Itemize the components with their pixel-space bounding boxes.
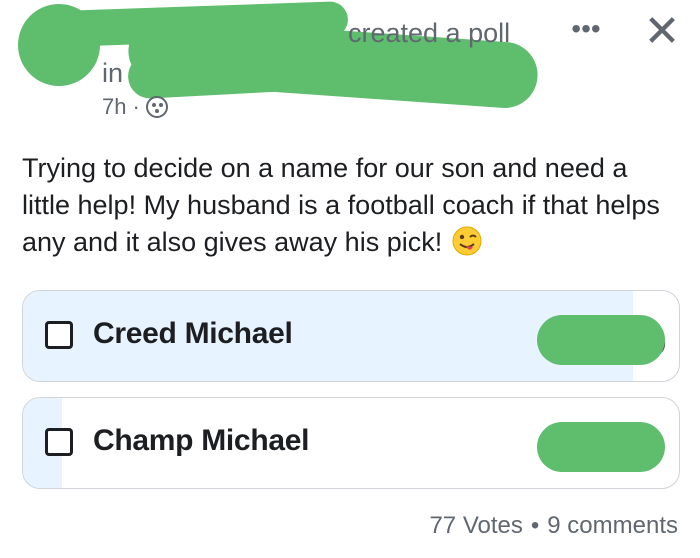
poll-checkbox[interactable] bbox=[45, 321, 73, 349]
redacted-vote-count bbox=[537, 422, 665, 472]
post-header: in created a poll 7h · ••• ✕ bbox=[0, 0, 700, 130]
post-meta: 7h · bbox=[102, 94, 168, 120]
meta-separator: · bbox=[132, 94, 140, 119]
close-icon[interactable]: ✕ bbox=[640, 10, 684, 54]
poll-option-label: Champ Michael bbox=[93, 424, 310, 457]
post-text: Trying to decide on a name for our son a… bbox=[22, 153, 660, 257]
post-footer: 77 Votes • 9 comments bbox=[429, 512, 678, 540]
redacted-vote-count bbox=[537, 315, 665, 365]
more-options-button[interactable]: ••• bbox=[566, 15, 606, 46]
post-action-text: created a poll bbox=[348, 18, 511, 48]
post-body: Trying to decide on a name for our son a… bbox=[22, 150, 682, 261]
votes-count[interactable]: 77 Votes bbox=[429, 512, 522, 540]
poll-option-champ-michael[interactable]: Champ Michael bbox=[22, 397, 680, 489]
poll-option-creed-michael[interactable]: Creed Michael bbox=[22, 290, 680, 382]
footer-separator: • bbox=[530, 512, 540, 539]
group-prefix: in bbox=[102, 58, 124, 88]
poll-option-label: Creed Michael bbox=[93, 317, 293, 350]
group-icon bbox=[145, 96, 168, 118]
comments-count[interactable]: 9 comments bbox=[547, 512, 678, 540]
winking-face-with-tongue-icon bbox=[452, 226, 482, 256]
post-timestamp[interactable]: 7h bbox=[102, 94, 126, 120]
poll-checkbox[interactable] bbox=[45, 428, 73, 456]
